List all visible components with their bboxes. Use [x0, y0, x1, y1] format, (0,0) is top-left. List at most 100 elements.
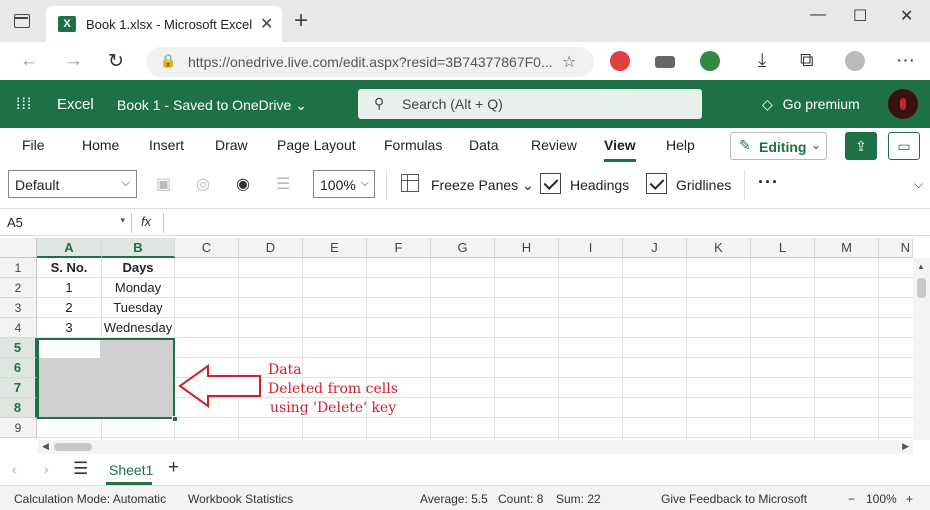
app-launcher-icon[interactable]: ⁞⁞⁞ — [16, 96, 32, 114]
comments-button[interactable]: ▭ — [888, 132, 920, 160]
reload-icon[interactable]: ↻ — [108, 50, 124, 73]
sheet-tab-sheet1[interactable]: Sheet1 — [106, 455, 153, 485]
save-view-icon[interactable]: ▣ — [156, 174, 171, 194]
scroll-up-icon[interactable]: ▲ — [917, 262, 925, 271]
cell-a4[interactable]: 3 — [37, 318, 102, 338]
new-tab-icon[interactable]: + — [294, 9, 308, 33]
collections-icon[interactable]: ⧉ — [800, 50, 814, 72]
cell-b1[interactable]: Days — [102, 258, 175, 278]
cell-b3[interactable]: Tuesday — [102, 298, 175, 318]
insert-function-icon[interactable]: fx — [141, 214, 151, 229]
workbook-title[interactable]: Book 1 - Saved to OneDrive ⌄ — [117, 97, 307, 114]
column-header[interactable]: K — [687, 238, 751, 258]
scroll-thumb[interactable] — [917, 278, 926, 298]
go-premium-button[interactable]: ◇ Go premium — [762, 96, 860, 113]
tab-file[interactable]: File — [22, 137, 45, 153]
fill-handle[interactable] — [172, 416, 178, 422]
extension-icon[interactable] — [700, 51, 720, 71]
search-box[interactable]: ⚲ Search (Alt + Q) — [358, 89, 702, 119]
column-header[interactable]: I — [559, 238, 623, 258]
gridlines-checkbox[interactable] — [646, 173, 667, 194]
cell-a1[interactable]: S. No. — [37, 258, 102, 278]
add-sheet-icon[interactable]: + — [168, 457, 179, 479]
row-header[interactable]: 9 — [0, 418, 37, 438]
scroll-thumb[interactable] — [54, 443, 92, 451]
tab-draw[interactable]: Draw — [215, 137, 248, 153]
back-icon[interactable]: ← — [20, 50, 39, 72]
row-header[interactable]: 3 — [0, 298, 37, 318]
cell-a2[interactable]: 1 — [37, 278, 102, 298]
tab-home[interactable]: Home — [82, 137, 119, 153]
status-zoom[interactable]: 100% — [866, 492, 897, 506]
tab-review[interactable]: Review — [531, 137, 577, 153]
column-header[interactable]: C — [175, 238, 239, 258]
workbook-statistics[interactable]: Workbook Statistics — [188, 492, 293, 506]
tab-formulas[interactable]: Formulas — [384, 137, 442, 153]
column-header[interactable]: N — [879, 238, 913, 258]
tab-data[interactable]: Data — [469, 137, 499, 153]
row-header[interactable]: 6 — [0, 358, 37, 378]
close-tab-icon[interactable]: ✕ — [260, 14, 273, 34]
editing-mode-button[interactable]: ✎ Editing ⌄ — [730, 132, 827, 160]
scroll-right-icon[interactable]: ▶ — [902, 441, 909, 452]
horizontal-scrollbar[interactable]: ◀ ▶ — [38, 440, 913, 454]
next-sheet-icon[interactable]: › — [44, 461, 49, 477]
browser-tab-excel[interactable]: X Book 1.xlsx - Microsoft Excel Onl ✕ — [46, 6, 282, 42]
column-header[interactable]: A — [37, 238, 102, 258]
column-header[interactable]: L — [751, 238, 815, 258]
row-header[interactable]: 8 — [0, 398, 37, 418]
exit-view-icon[interactable]: ◎ — [196, 174, 210, 194]
avatar[interactable] — [888, 89, 918, 119]
row-header[interactable]: 2 — [0, 278, 37, 298]
settings-more-icon[interactable]: ··· — [896, 50, 915, 72]
forward-icon[interactable]: → — [64, 50, 83, 72]
column-header[interactable]: B — [102, 238, 175, 258]
column-header[interactable]: M — [815, 238, 879, 258]
maximize-icon[interactable]: ☐ — [853, 6, 867, 26]
add-favorite-icon[interactable]: ☆ — [562, 52, 576, 72]
vertical-scrollbar[interactable]: ▲ — [913, 258, 930, 440]
headings-checkbox[interactable] — [540, 173, 561, 194]
tab-view[interactable]: View — [604, 137, 636, 162]
column-header[interactable]: E — [303, 238, 367, 258]
prev-sheet-icon[interactable]: ‹ — [12, 461, 17, 477]
cell-a3[interactable]: 2 — [37, 298, 102, 318]
chevron-down-icon[interactable]: ⌵ — [914, 177, 923, 192]
sheet-view-select[interactable]: Default ⌵ — [8, 170, 137, 198]
row-header[interactable]: 7 — [0, 378, 37, 398]
calculation-mode[interactable]: Calculation Mode: Automatic — [14, 492, 166, 506]
all-sheets-menu-icon[interactable]: ☰ — [73, 459, 88, 479]
freeze-panes-icon[interactable] — [401, 174, 419, 192]
row-header[interactable]: 1 — [0, 258, 37, 278]
zoom-out-icon[interactable]: − — [848, 492, 855, 506]
column-header[interactable]: F — [367, 238, 431, 258]
tab-insert[interactable]: Insert — [149, 137, 184, 153]
zoom-select[interactable]: 100% ⌵ — [313, 170, 375, 198]
zoom-in-icon[interactable]: + — [906, 492, 913, 506]
feedback-link[interactable]: Give Feedback to Microsoft — [661, 492, 807, 506]
row-header[interactable]: 4 — [0, 318, 37, 338]
scroll-left-icon[interactable]: ◀ — [42, 441, 49, 452]
extension-icon[interactable] — [655, 56, 675, 68]
share-button[interactable]: ⇪ — [845, 132, 877, 160]
address-bar[interactable]: 🔒 https://onedrive.live.com/edit.aspx?re… — [146, 47, 594, 77]
column-header[interactable]: D — [239, 238, 303, 258]
close-window-icon[interactable]: ✕ — [900, 6, 913, 26]
cell-b4[interactable]: Wednesday — [102, 318, 175, 338]
cell-b2[interactable]: Monday — [102, 278, 175, 298]
tab-page-layout[interactable]: Page Layout — [277, 137, 356, 153]
downloads-icon[interactable]: ⤓ — [758, 50, 766, 72]
active-cell-a5[interactable] — [39, 340, 100, 358]
row-header[interactable]: 5 — [0, 338, 37, 358]
column-header[interactable]: J — [623, 238, 687, 258]
minimize-icon[interactable]: — — [810, 6, 826, 24]
more-options-button[interactable]: ··· — [758, 172, 779, 193]
url-text[interactable]: https://onedrive.live.com/edit.aspx?resi… — [188, 54, 558, 70]
name-box[interactable]: A5 ▾ — [3, 212, 129, 234]
freeze-panes-button[interactable]: Freeze Panes ⌄ — [431, 177, 534, 194]
select-all-corner[interactable] — [0, 238, 37, 258]
column-header[interactable]: G — [431, 238, 495, 258]
tab-help[interactable]: Help — [666, 137, 695, 153]
extension-icon[interactable] — [610, 51, 630, 71]
profile-icon[interactable] — [845, 51, 865, 71]
